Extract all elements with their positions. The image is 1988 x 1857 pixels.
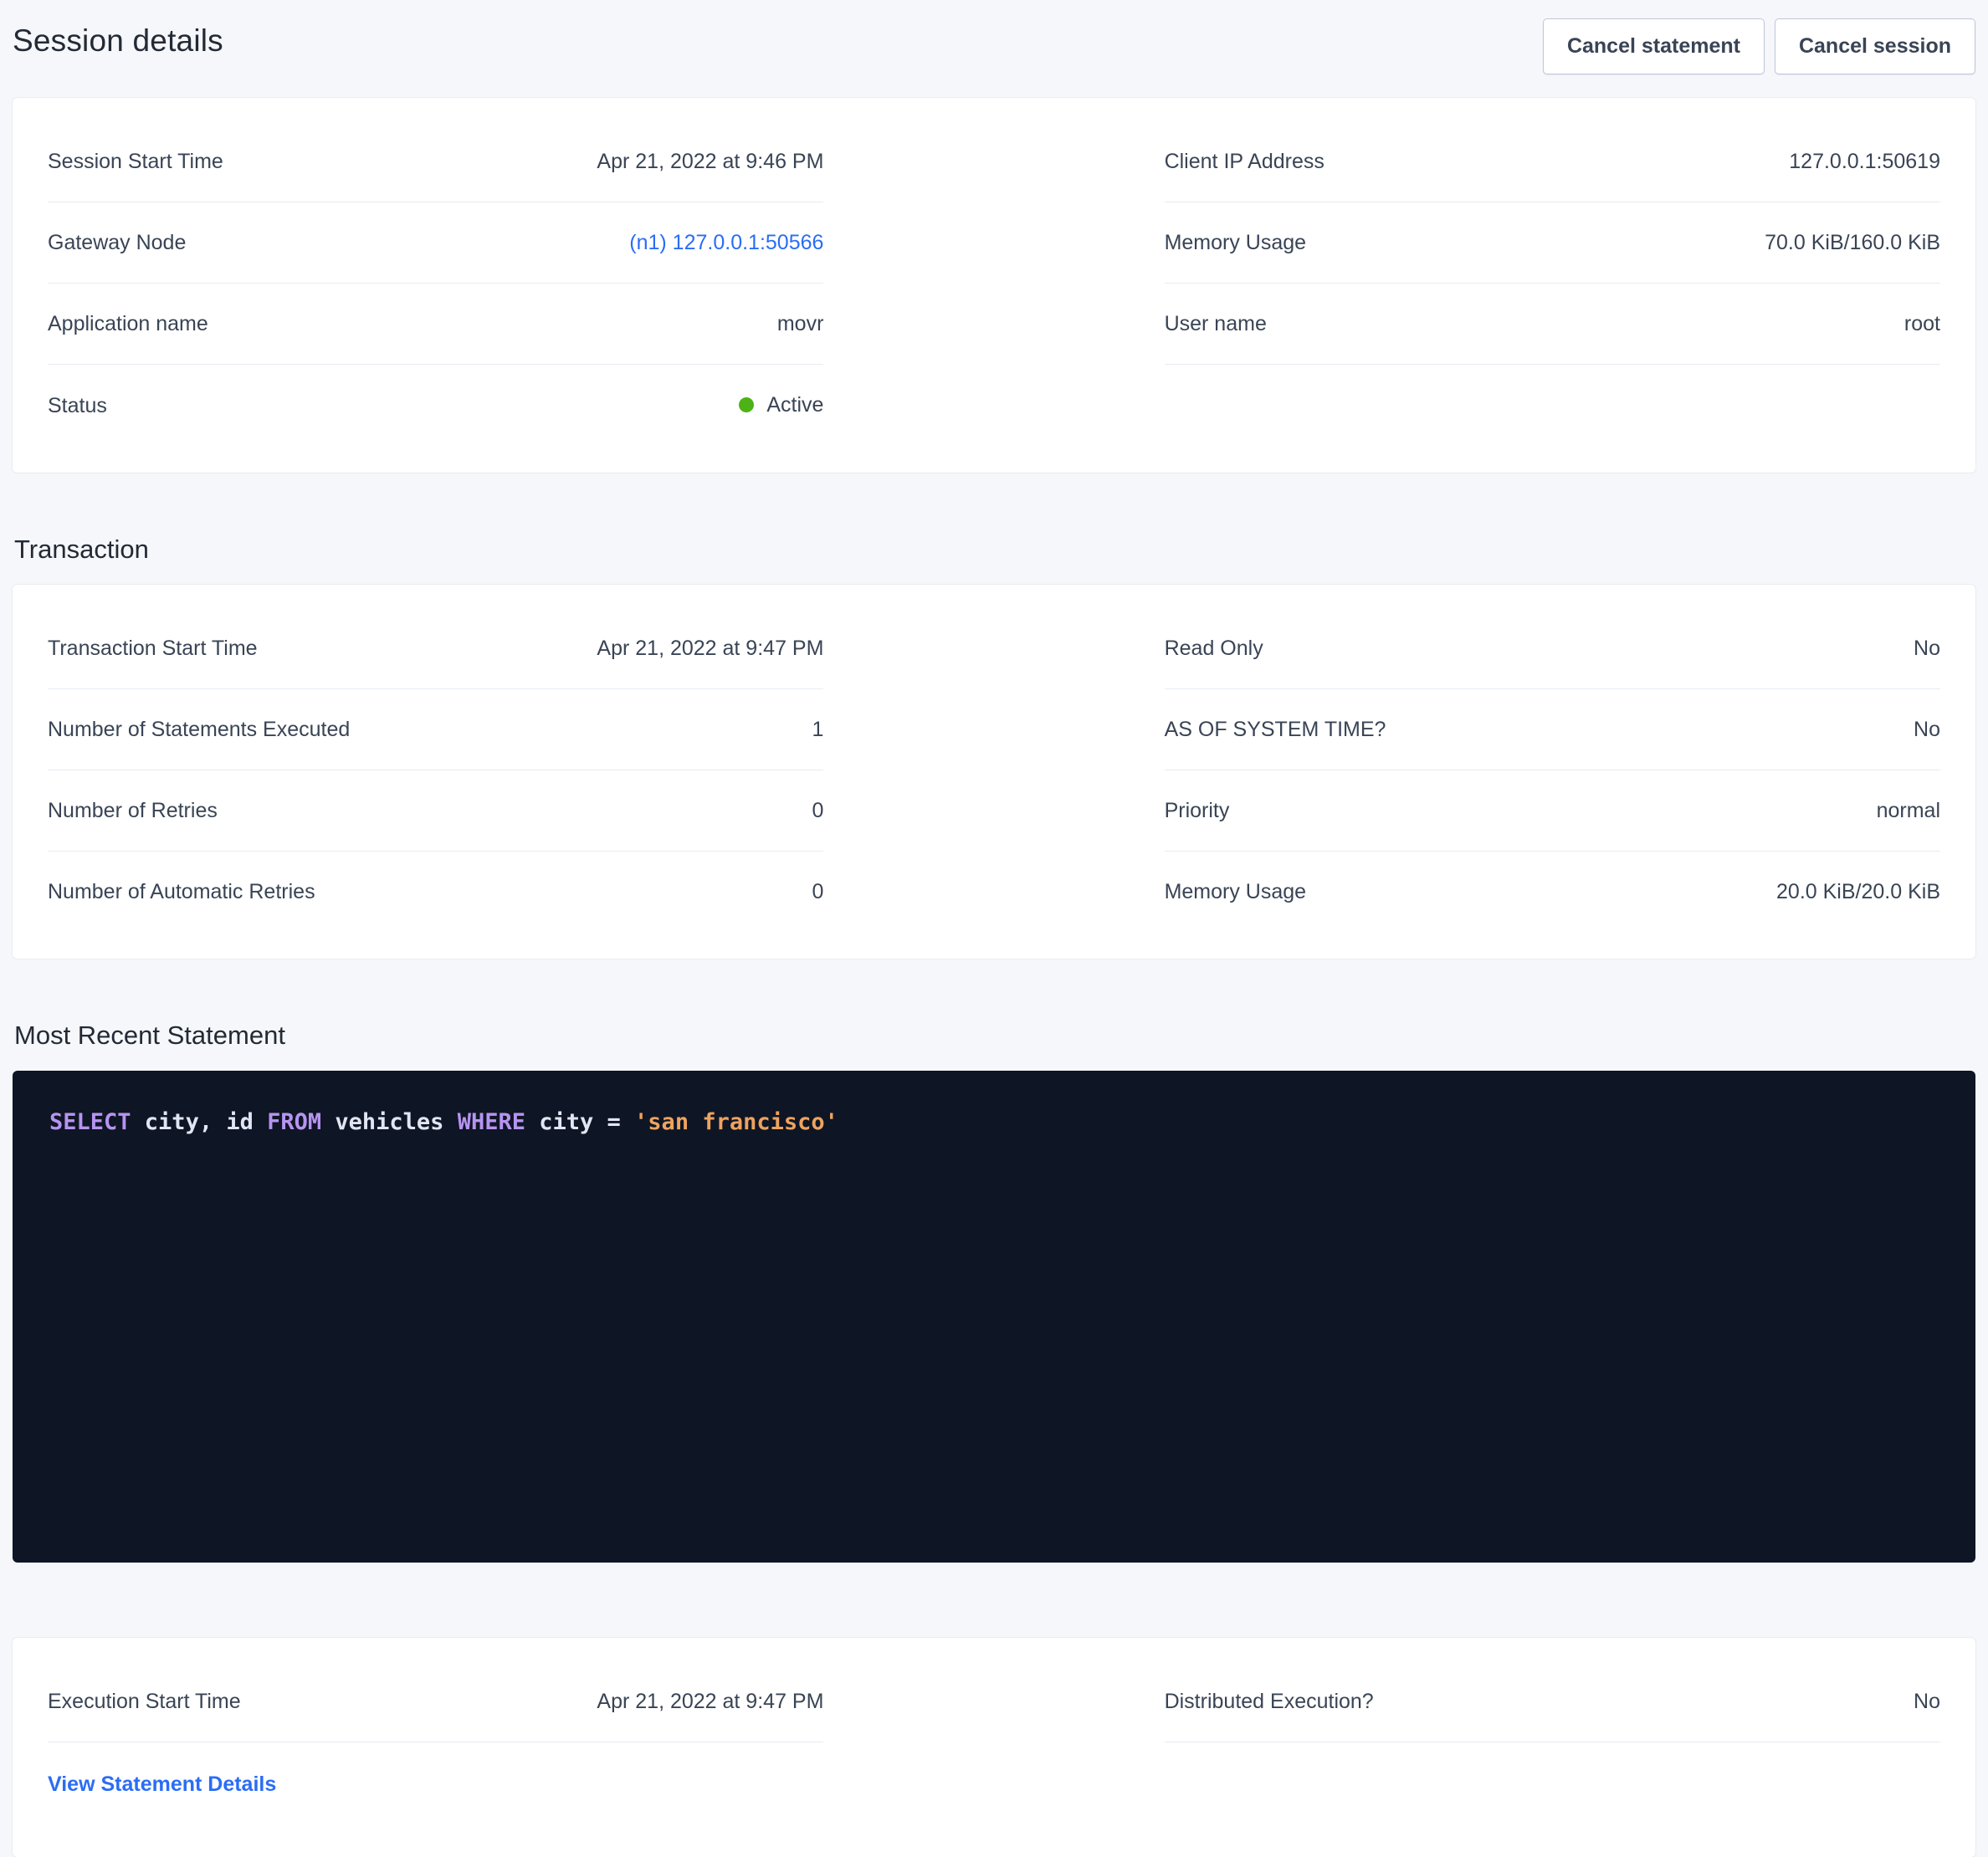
sql-columns: city, id bbox=[145, 1109, 267, 1135]
transaction-left-column: Transaction Start Time Apr 21, 2022 at 9… bbox=[48, 608, 823, 932]
page-header: Session details Cancel statement Cancel … bbox=[13, 13, 1975, 98]
execution-start-time-row: Execution Start Time Apr 21, 2022 at 9:4… bbox=[48, 1661, 823, 1742]
number-of-retries-label: Number of Retries bbox=[48, 798, 218, 823]
session-start-time-row: Session Start Time Apr 21, 2022 at 9:46 … bbox=[48, 121, 823, 202]
transaction-heading: Transaction bbox=[13, 535, 1975, 565]
transaction-start-time-label: Transaction Start Time bbox=[48, 636, 258, 661]
status-row: Status Active bbox=[48, 365, 823, 446]
execution-right-column: Distributed Execution? No bbox=[1165, 1661, 1940, 1797]
automatic-retries-row: Number of Automatic Retries 0 bbox=[48, 852, 823, 932]
session-summary-columns: Session Start Time Apr 21, 2022 at 9:46 … bbox=[48, 121, 1940, 446]
sql-condition: city = bbox=[539, 1109, 634, 1135]
priority-label: Priority bbox=[1165, 798, 1230, 823]
cancel-session-button[interactable]: Cancel session bbox=[1775, 18, 1975, 74]
session-summary-left-column: Session Start Time Apr 21, 2022 at 9:46 … bbox=[48, 121, 823, 446]
transaction-memory-usage-value: 20.0 KiB/20.0 KiB bbox=[1776, 879, 1940, 904]
read-only-row: Read Only No bbox=[1165, 608, 1940, 689]
read-only-label: Read Only bbox=[1165, 636, 1263, 661]
transaction-right-column: Read Only No AS OF SYSTEM TIME? No Prior… bbox=[1165, 608, 1940, 932]
gateway-node-link[interactable]: (n1) 127.0.0.1:50566 bbox=[629, 230, 823, 255]
automatic-retries-value: 0 bbox=[812, 879, 824, 904]
gateway-node-row: Gateway Node (n1) 127.0.0.1:50566 bbox=[48, 202, 823, 284]
session-start-time-value: Apr 21, 2022 at 9:46 PM bbox=[597, 149, 823, 174]
sql-statement-text: SELECT city, id FROM vehicles WHERE city… bbox=[49, 1106, 1939, 1140]
distributed-execution-row: Distributed Execution? No bbox=[1165, 1661, 1940, 1742]
most-recent-statement-heading: Most Recent Statement bbox=[13, 1021, 1975, 1051]
execution-columns: Execution Start Time Apr 21, 2022 at 9:4… bbox=[48, 1661, 1940, 1797]
gateway-node-label: Gateway Node bbox=[48, 230, 186, 255]
as-of-system-time-value: No bbox=[1914, 717, 1940, 742]
status-active-dot-icon bbox=[739, 397, 754, 412]
read-only-value: No bbox=[1914, 636, 1940, 661]
number-of-retries-row: Number of Retries 0 bbox=[48, 770, 823, 852]
client-ip-row: Client IP Address 127.0.0.1:50619 bbox=[1165, 121, 1940, 202]
user-name-value: root bbox=[1904, 311, 1940, 336]
transaction-start-time-value: Apr 21, 2022 at 9:47 PM bbox=[597, 636, 823, 661]
execution-start-time-label: Execution Start Time bbox=[48, 1689, 241, 1714]
application-name-value: movr bbox=[777, 311, 824, 336]
transaction-memory-usage-row: Memory Usage 20.0 KiB/20.0 KiB bbox=[1165, 852, 1940, 932]
session-summary-right-column: Client IP Address 127.0.0.1:50619 Memory… bbox=[1165, 121, 1940, 446]
session-start-time-label: Session Start Time bbox=[48, 149, 223, 174]
status-label: Status bbox=[48, 393, 107, 418]
sql-keyword-select: SELECT bbox=[49, 1109, 145, 1135]
transaction-columns: Transaction Start Time Apr 21, 2022 at 9… bbox=[48, 608, 1940, 932]
priority-row: Priority normal bbox=[1165, 770, 1940, 852]
sql-string-literal: 'san francisco' bbox=[634, 1109, 838, 1135]
session-summary-card: Session Start Time Apr 21, 2022 at 9:46 … bbox=[13, 98, 1975, 473]
user-name-row: User name root bbox=[1165, 284, 1940, 365]
as-of-system-time-row: AS OF SYSTEM TIME? No bbox=[1165, 689, 1940, 770]
session-memory-usage-value: 70.0 KiB/160.0 KiB bbox=[1765, 230, 1940, 255]
automatic-retries-label: Number of Automatic Retries bbox=[48, 879, 315, 904]
transaction-start-time-row: Transaction Start Time Apr 21, 2022 at 9… bbox=[48, 608, 823, 689]
execution-left-column: Execution Start Time Apr 21, 2022 at 9:4… bbox=[48, 1661, 823, 1797]
transaction-card: Transaction Start Time Apr 21, 2022 at 9… bbox=[13, 585, 1975, 959]
statements-executed-label: Number of Statements Executed bbox=[48, 717, 350, 742]
execution-start-time-value: Apr 21, 2022 at 9:47 PM bbox=[597, 1689, 823, 1714]
priority-value: normal bbox=[1877, 798, 1940, 823]
distributed-execution-value: No bbox=[1914, 1689, 1940, 1714]
status-text: Active bbox=[766, 392, 823, 417]
header-actions: Cancel statement Cancel session bbox=[1543, 18, 1975, 74]
view-statement-details-link[interactable]: View Statement Details bbox=[48, 1773, 276, 1797]
client-ip-label: Client IP Address bbox=[1165, 149, 1324, 174]
sql-keyword-from: FROM bbox=[267, 1109, 335, 1135]
execution-card: Execution Start Time Apr 21, 2022 at 9:4… bbox=[13, 1638, 1975, 1857]
client-ip-value: 127.0.0.1:50619 bbox=[1789, 149, 1940, 174]
user-name-label: User name bbox=[1165, 311, 1267, 336]
application-name-row: Application name movr bbox=[48, 284, 823, 365]
as-of-system-time-label: AS OF SYSTEM TIME? bbox=[1165, 717, 1386, 742]
sql-table: vehicles bbox=[335, 1109, 457, 1135]
statements-executed-row: Number of Statements Executed 1 bbox=[48, 689, 823, 770]
distributed-execution-label: Distributed Execution? bbox=[1165, 1689, 1374, 1714]
status-value: Active bbox=[739, 392, 823, 417]
statements-executed-value: 1 bbox=[812, 717, 824, 742]
number-of-retries-value: 0 bbox=[812, 798, 824, 823]
cancel-statement-button[interactable]: Cancel statement bbox=[1543, 18, 1765, 74]
transaction-memory-usage-label: Memory Usage bbox=[1165, 879, 1307, 904]
session-memory-usage-label: Memory Usage bbox=[1165, 230, 1307, 255]
page-title: Session details bbox=[13, 23, 223, 59]
sql-statement-box: SELECT city, id FROM vehicles WHERE city… bbox=[13, 1071, 1975, 1563]
session-details-page: Session details Cancel statement Cancel … bbox=[0, 0, 1988, 1857]
session-memory-usage-row: Memory Usage 70.0 KiB/160.0 KiB bbox=[1165, 202, 1940, 284]
application-name-label: Application name bbox=[48, 311, 208, 336]
sql-keyword-where: WHERE bbox=[458, 1109, 540, 1135]
